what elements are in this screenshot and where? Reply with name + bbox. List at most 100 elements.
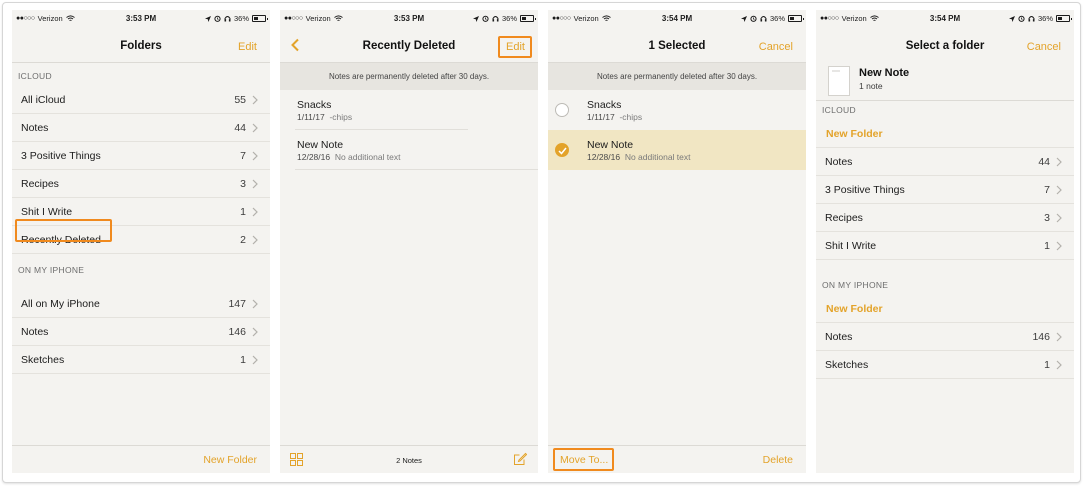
note-subtitle: 12/28/16 No additional text <box>587 152 691 162</box>
folder-row-iphone-notes[interactable]: Notes 146 <box>12 318 270 346</box>
folder-row-3-positive-things[interactable]: 3 Positive Things 7 <box>816 176 1074 204</box>
folder-count: 3 <box>240 178 246 190</box>
folder-label: 3 Positive Things <box>21 150 101 162</box>
chevron-right-icon <box>1056 360 1062 370</box>
folder-row-shit-i-write[interactable]: Shit I Write 1 <box>12 198 270 226</box>
folder-row-shit-i-write[interactable]: Shit I Write 1 <box>816 232 1074 260</box>
note-thumbnail-icon <box>828 66 850 96</box>
battery-percent: 36% <box>1037 14 1053 23</box>
alarm-icon <box>214 15 221 22</box>
folders-screen: ●●○○○ Verizon 3:53 PM 36% Folders Edit I… <box>12 10 270 473</box>
chevron-right-icon <box>1056 213 1062 223</box>
folder-row-recipes[interactable]: Recipes 3 <box>12 170 270 198</box>
new-folder-icloud-row[interactable]: New Folder <box>816 120 1074 148</box>
unchecked-circle-icon[interactable] <box>555 103 569 117</box>
note-snippet: -chips <box>619 112 643 122</box>
folder-count: 55 <box>234 94 246 106</box>
edit-button[interactable]: Edit <box>506 41 525 53</box>
location-icon <box>1008 15 1015 22</box>
battery-icon <box>788 15 804 22</box>
folder-row-3-positive-things[interactable]: 3 Positive Things 7 <box>12 142 270 170</box>
chevron-right-icon <box>252 327 258 337</box>
compose-icon[interactable] <box>513 452 527 466</box>
folder-label: Notes <box>825 331 853 343</box>
section-header-on-my-iphone: ON MY IPHONE <box>18 265 85 275</box>
selection-screen: ●●○○○ Verizon 3:54 PM 36% 1 Selected Can… <box>548 10 806 473</box>
deletion-notice-banner: Notes are permanently deleted after 30 d… <box>280 63 538 90</box>
folder-row-recently-deleted[interactable]: Recently Deleted 2 <box>12 226 270 254</box>
folder-count: 7 <box>240 150 246 162</box>
note-title: Snacks <box>297 99 332 111</box>
battery-icon <box>520 15 536 22</box>
new-folder-button[interactable]: New Folder <box>826 128 883 140</box>
chevron-right-icon <box>252 299 258 309</box>
alarm-icon <box>1018 15 1025 22</box>
moving-note-title: New Note <box>859 67 910 79</box>
folder-row-all-on-my-iphone[interactable]: All on My iPhone 147 <box>12 290 270 318</box>
headphones-icon <box>224 16 231 22</box>
move-to-button[interactable]: Move To... <box>560 454 608 466</box>
select-folder-screen: ●●○○○ Verizon 3:54 PM 36% Select a folde… <box>816 10 1074 473</box>
location-icon <box>204 15 211 22</box>
folder-label: 3 Positive Things <box>825 184 905 196</box>
folder-label: Notes <box>21 122 49 134</box>
folder-count: 1 <box>240 206 246 218</box>
folder-label: Shit I Write <box>21 206 73 218</box>
location-icon <box>472 15 479 22</box>
navigation-bar: Select a folder Cancel <box>816 28 1074 63</box>
cancel-button[interactable]: Cancel <box>1027 41 1061 53</box>
folder-row-all-icloud[interactable]: All iCloud 55 <box>12 86 270 114</box>
edit-button[interactable]: Edit <box>238 41 257 53</box>
chevron-right-icon <box>1056 241 1062 251</box>
note-snippet: -chips <box>329 112 353 122</box>
folder-row-iphone-notes[interactable]: Notes 146 <box>816 323 1074 351</box>
delete-button[interactable]: Delete <box>763 454 793 466</box>
chevron-right-icon <box>1056 185 1062 195</box>
folder-row-sketches[interactable]: Sketches 1 <box>12 346 270 374</box>
folder-row-notes[interactable]: Notes 44 <box>12 114 270 142</box>
headphones-icon <box>492 16 499 22</box>
alarm-icon <box>482 15 489 22</box>
divider <box>295 169 538 170</box>
page-title: Recently Deleted <box>362 40 456 52</box>
note-subtitle: 1/11/17 -chips <box>297 112 352 122</box>
folder-label: All iCloud <box>21 94 66 106</box>
checkmark-circle-icon[interactable] <box>555 143 569 157</box>
new-folder-button[interactable]: New Folder <box>826 303 883 315</box>
note-row-new-note-selected[interactable]: New Note 12/28/16 No additional text <box>548 130 806 170</box>
folder-row-sketches[interactable]: Sketches 1 <box>816 351 1074 379</box>
folder-row-notes[interactable]: Notes 44 <box>816 148 1074 176</box>
chevron-right-icon <box>1056 332 1062 342</box>
moving-note-count: 1 note <box>859 81 883 91</box>
note-row-new-note[interactable]: New Note 12/28/16 No additional text <box>280 130 538 170</box>
deletion-notice-banner: Notes are permanently deleted after 30 d… <box>548 63 806 90</box>
note-row-snacks[interactable]: Snacks 1/11/17 -chips <box>280 90 538 130</box>
navigation-bar: Recently Deleted Edit <box>280 28 538 63</box>
battery-icon <box>252 15 268 22</box>
note-title: New Note <box>587 139 634 151</box>
note-date: 1/11/17 <box>297 112 325 122</box>
cancel-button[interactable]: Cancel <box>759 41 793 53</box>
note-row-snacks[interactable]: Snacks 1/11/17 -chips <box>548 90 806 130</box>
folder-label: Notes <box>825 156 853 168</box>
headphones-icon <box>760 16 767 22</box>
recently-deleted-screen: ●●○○○ Verizon 3:53 PM 36% Recently Delet… <box>280 10 538 473</box>
status-bar: ●●○○○ Verizon 3:54 PM 36% <box>816 10 1074 28</box>
new-folder-iphone-row[interactable]: New Folder <box>816 295 1074 323</box>
status-bar: ●●○○○ Verizon 3:53 PM 36% <box>12 10 270 28</box>
page-title: Folders <box>120 40 162 52</box>
new-folder-button[interactable]: New Folder <box>203 454 257 466</box>
headphones-icon <box>1028 16 1035 22</box>
battery-percent: 36% <box>769 14 785 23</box>
folder-count: 147 <box>228 298 246 310</box>
note-date: 12/28/16 <box>587 152 621 162</box>
bottom-toolbar: Move To... Delete <box>548 445 806 473</box>
note-date: 12/28/16 <box>297 152 331 162</box>
folder-label: Shit I Write <box>825 240 877 252</box>
alarm-icon <box>750 15 757 22</box>
folder-row-recipes[interactable]: Recipes 3 <box>816 204 1074 232</box>
battery-percent: 36% <box>233 14 249 23</box>
chevron-right-icon <box>252 95 258 105</box>
folder-count: 44 <box>1038 156 1050 168</box>
notes-count: 2 Notes <box>396 456 422 465</box>
